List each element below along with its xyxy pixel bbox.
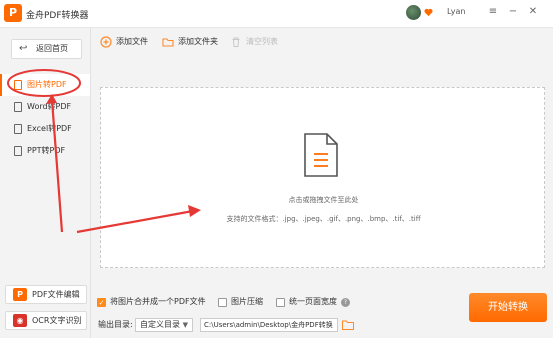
sidebar-item-image-to-pdf[interactable]: 图片转PDF [0,74,90,96]
ocr-button[interactable]: ◉ OCR文字识别 [5,311,87,330]
document-icon [304,133,338,177]
back-home-label: 返回首页 [36,44,68,53]
plus-circle-icon [100,36,112,48]
app-logo: P [4,4,22,22]
chevron-down-icon: ▼ [182,321,188,329]
add-folder-button[interactable]: 添加文件夹 [162,34,218,50]
output-mode-value: 自定义目录 [140,320,180,329]
active-indicator [0,74,2,96]
sidebar: ↩ 返回首页 图片转PDF Word转PDF Excel转PDF PPT转PDF… [0,28,91,338]
ocr-eye-icon: ◉ [13,314,27,327]
app-title: 金舟PDF转换器 [26,11,89,21]
clear-list-button[interactable]: 清空列表 [230,34,278,50]
pdf-edit-label: PDF文件编辑 [32,290,80,299]
sidebar-item-label: Word转PDF [27,102,72,111]
output-path-field[interactable]: C:\Users\admin\Desktop\金舟PDF转换 [200,318,338,332]
supported-formats: 支持的文件格式：.jpg、.jpeg、.gif、.png、.bmp、.tif、.… [226,215,421,223]
word-file-icon [14,102,22,112]
pdf-edit-icon: P [13,288,27,301]
checkbox-checked-icon: ✓ [97,298,106,307]
minimize-button[interactable]: − [506,5,520,19]
back-home-button[interactable]: ↩ 返回首页 [11,39,82,59]
compress-checkbox[interactable]: 图片压缩 [218,296,263,308]
title-bar: P 金舟PDF转换器 Lyan ≡ − ✕ [0,0,553,28]
trash-icon [232,37,240,47]
add-file-button[interactable]: 添加文件 [100,34,148,50]
file-drop-zone[interactable]: 点击或拖拽文件至此处 支持的文件格式：.jpg、.jpeg、.gif、.png、… [100,87,545,268]
vip-heart-icon[interactable] [424,8,433,17]
back-arrow-icon: ↩ [19,43,28,54]
output-dir-label: 输出目录: [98,320,133,329]
folder-icon [162,38,174,47]
checkbox-icon [276,298,285,307]
merge-pdf-label: 将图片合并成一个PDF文件 [110,297,206,306]
help-icon[interactable]: ? [341,298,350,307]
menu-icon[interactable]: ≡ [486,5,500,19]
options-bar: ✓ 将图片合并成一个PDF文件 图片压缩 统一页面宽度 ? 输出目录: 自定义目… [91,286,553,338]
sidebar-item-excel-to-pdf[interactable]: Excel转PDF [0,118,90,140]
drop-hint: 点击或拖拽文件至此处 [288,196,359,204]
checkbox-icon [218,298,227,307]
clear-list-label: 清空列表 [246,37,278,46]
sidebar-item-word-to-pdf[interactable]: Word转PDF [0,96,90,118]
sidebar-item-label: Excel转PDF [27,124,72,133]
add-folder-label: 添加文件夹 [178,37,218,46]
ocr-label: OCR文字识别 [32,316,82,325]
pdf-edit-button[interactable]: P PDF文件编辑 [5,285,87,304]
start-convert-button[interactable]: 开始转换 [469,293,547,322]
add-file-label: 添加文件 [116,37,148,46]
username[interactable]: Lyan [447,7,465,16]
image-file-icon [14,80,22,90]
sidebar-item-ppt-to-pdf[interactable]: PPT转PDF [0,140,90,162]
close-button[interactable]: ✕ [526,5,540,19]
output-mode-select[interactable]: 自定义目录 ▼ [135,318,193,332]
uniform-width-checkbox[interactable]: 统一页面宽度 [276,296,337,308]
sidebar-item-label: 图片转PDF [27,80,67,89]
uniform-width-label: 统一页面宽度 [289,297,337,306]
merge-pdf-checkbox[interactable]: ✓ 将图片合并成一个PDF文件 [97,296,206,308]
compress-label: 图片压缩 [231,297,263,306]
sidebar-item-label: PPT转PDF [27,146,66,155]
browse-folder-icon[interactable] [342,320,354,330]
user-avatar[interactable] [406,5,421,20]
excel-file-icon [14,124,22,134]
ppt-file-icon [14,146,22,156]
